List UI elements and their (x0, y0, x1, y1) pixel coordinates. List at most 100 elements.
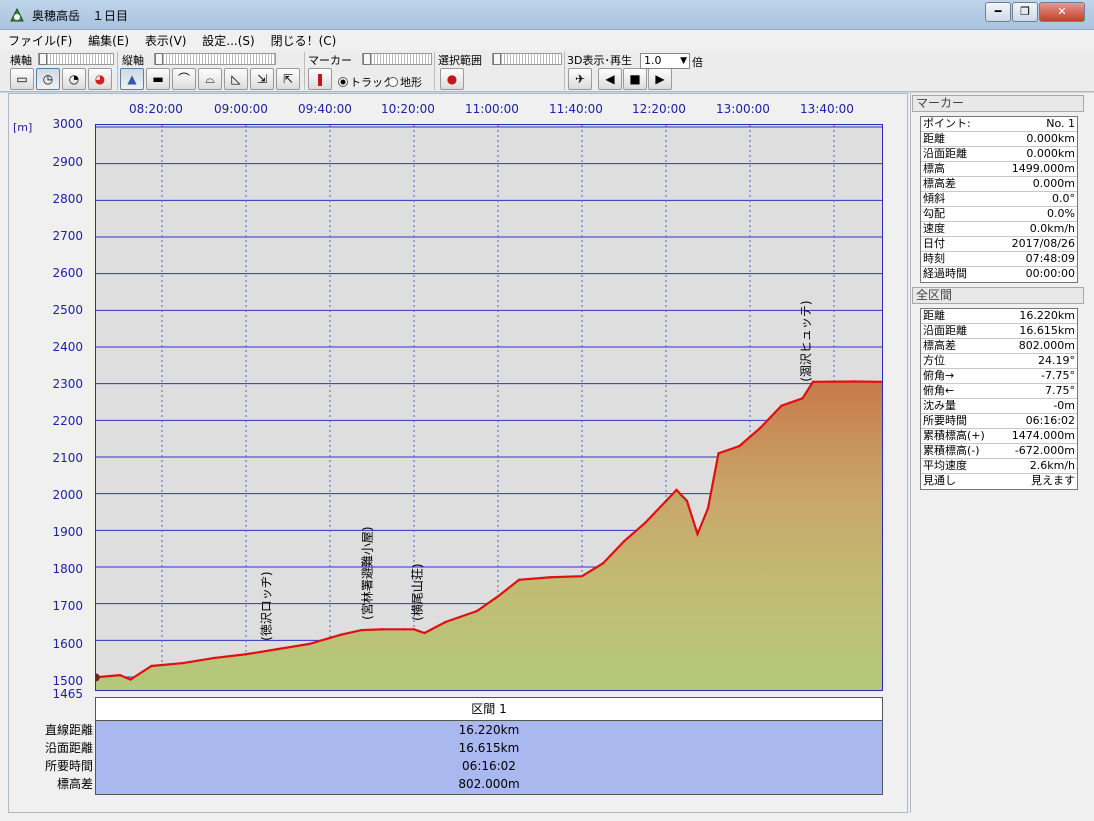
time-tick-label: 08:20:00 (129, 102, 183, 116)
prop-row: 方位 24.19° (921, 354, 1077, 369)
speed-select[interactable]: 1.0 ▼ (640, 53, 690, 69)
time-tick-label: 09:00:00 (214, 102, 268, 116)
horizontal-axis-slider[interactable] (38, 53, 114, 65)
app-icon (10, 7, 24, 22)
prop-value: 見えます (1031, 474, 1075, 487)
time-axis-icon[interactable]: ◷ (36, 68, 60, 90)
prop-value: -0m (1053, 399, 1075, 412)
elevation-tick-label: 2900 (52, 155, 83, 169)
3d-view-icon[interactable]: ✈ (568, 68, 592, 90)
total-section-title: 全区間 (912, 287, 1084, 304)
selection-marker-icon[interactable]: ● (440, 68, 464, 90)
menu-edit[interactable]: 編集(E) (82, 30, 135, 49)
export-icon[interactable]: ⇲ (250, 68, 274, 90)
terrain-radio[interactable]: 地形 (388, 74, 422, 90)
prop-key: 標高差 (923, 177, 956, 190)
menu-settings[interactable]: 設定...(S) (196, 30, 260, 49)
play-icon[interactable]: ▶ (648, 68, 672, 90)
prop-value: 0.0km/h (1029, 222, 1075, 235)
track-point (811, 380, 815, 384)
interval-row-value: 16.615km (458, 741, 520, 755)
arc-scale-icon[interactable]: ⌒ (172, 68, 196, 90)
prop-row: ポイント: No. 1 (921, 117, 1077, 132)
marker-pin-icon[interactable]: ❚ (308, 68, 332, 90)
prop-value: 2.6km/h (1029, 459, 1075, 472)
track-point (423, 631, 426, 635)
prop-row: 所要時間 06:16:02 (921, 414, 1077, 429)
prop-value: 1499.000m (1011, 162, 1075, 175)
track-point (444, 620, 447, 624)
interval-header[interactable]: 区間 1 (96, 698, 882, 721)
speed-unit: 倍 (692, 56, 703, 69)
prop-key: 俯角→ (923, 369, 955, 382)
marker-label: マーカー (308, 54, 352, 67)
annotation-label: (横尾山荘) (411, 563, 425, 620)
distance-axis-button[interactable]: ▭ (10, 68, 34, 90)
prop-value: 24.19° (1038, 354, 1075, 367)
import-icon[interactable]: ⇱ (276, 68, 300, 90)
minimize-button[interactable]: ━ (985, 2, 1011, 22)
selection-label: 選択範囲 (438, 54, 482, 67)
pie-clock-icon[interactable]: ◕ (88, 68, 112, 90)
elevation-tick-label: 2200 (52, 414, 83, 428)
flat-scale-icon[interactable]: ▬ (146, 68, 170, 90)
track-radio[interactable]: トラック (338, 74, 394, 90)
track-point (780, 404, 783, 407)
prop-key: 見通し (923, 474, 956, 487)
prop-row: 経過時間 00:00:00 (921, 267, 1077, 282)
interval-values: 16.220km 16.615km 06:16:02 802.000m (96, 721, 882, 794)
interval-row-label: 直線距離 (44, 723, 93, 737)
slope-icon[interactable]: ◺ (224, 68, 248, 90)
prop-row: 傾斜 0.0° (921, 192, 1077, 207)
time-tick-label: 11:40:00 (549, 102, 603, 116)
track-point (181, 661, 185, 665)
track-point (801, 397, 804, 400)
menu-view[interactable]: 表示(V) (139, 30, 193, 49)
track-point (244, 653, 248, 656)
prop-row: 沿面距離 16.615km (921, 324, 1077, 339)
maximize-button[interactable]: ❐ (1012, 2, 1038, 22)
prop-value: 0.000km (1026, 132, 1075, 145)
selection-slider[interactable] (492, 53, 562, 65)
elevation-plot[interactable]: (徳沢ロッヂ) (宮林署避難小屋) (横尾山荘) (涸沢ヒュッテ) (95, 124, 883, 691)
info-panel: マーカー ポイント: No. 1 距離 0.000km 沿面距離 0.000km 標高 149… (910, 93, 1086, 813)
elevation-tick-label: 1800 (52, 562, 83, 576)
track-point (643, 521, 647, 525)
prop-key: 沈み量 (923, 399, 956, 412)
time-tick-label: 09:40:00 (298, 102, 352, 116)
menu-file[interactable]: ファイル(F) (0, 30, 78, 49)
horizontal-axis-label: 横軸 (10, 54, 32, 67)
track-point (717, 452, 720, 455)
wide-scale-icon[interactable]: ⌓ (198, 68, 222, 90)
prop-value: -672.000m (1014, 444, 1075, 457)
track-point (475, 609, 479, 613)
elevation-tick-label: 2800 (52, 192, 83, 206)
track-point (675, 488, 678, 492)
playback-label: 3D表示･再生 (567, 54, 632, 67)
prop-key: 俯角← (923, 384, 955, 397)
prop-key: 距離 (923, 309, 945, 322)
prop-key: 距離 (923, 132, 945, 145)
mountain-profile-icon[interactable]: ▲ (120, 68, 144, 90)
rewind-icon[interactable]: ◀ (598, 68, 622, 90)
time-120-icon[interactable]: ◔ (62, 68, 86, 90)
interval-row-labels: 直線距離 沿面距離 所要時間 標高差 (17, 721, 93, 793)
prop-row: 標高差 802.000m (921, 339, 1077, 354)
elevation-tick-label: 3000 (52, 117, 83, 131)
prop-row: 俯角→ -7.75° (921, 369, 1077, 384)
vertical-axis-slider[interactable] (154, 53, 276, 65)
prop-key: 勾配 (923, 207, 945, 220)
prop-row: 累積標高(+) 1474.000m (921, 429, 1077, 444)
menu-close[interactable]: 閉じる！(C) (265, 30, 343, 49)
track-point (307, 642, 311, 646)
prop-value: 16.220km (1019, 309, 1075, 322)
elevation-tick-label: 2000 (52, 488, 83, 502)
prop-row: 沿面距離 0.000km (921, 147, 1077, 162)
stop-icon[interactable]: ■ (623, 68, 647, 90)
content-area: 08:20:00 09:00:00 09:40:00 10:20:00 11:00:00… (0, 93, 1094, 821)
prop-row: 速度 0.0km/h (921, 222, 1077, 237)
track-point (360, 628, 363, 632)
marker-slider[interactable] (362, 53, 432, 65)
close-button[interactable]: ✕ (1039, 2, 1085, 22)
prop-row: 時刻 07:48:09 (921, 252, 1077, 267)
